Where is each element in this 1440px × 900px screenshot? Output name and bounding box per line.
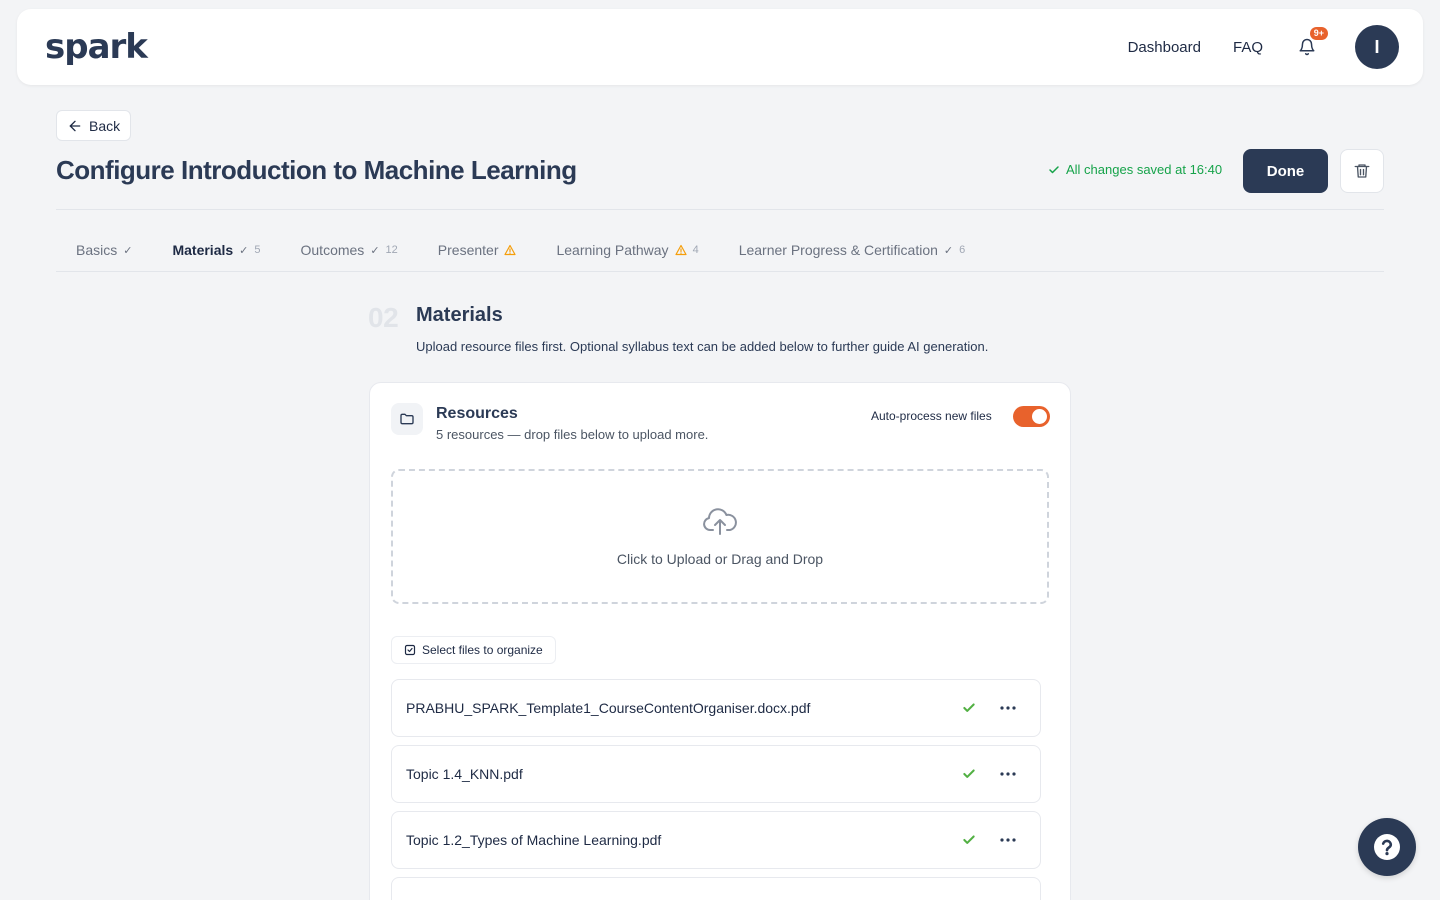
section-description: Upload resource files first. Optional sy… (416, 339, 989, 354)
success-check-icon (962, 766, 978, 782)
section-number: 02 (368, 302, 399, 333)
nav-dashboard-link[interactable]: Dashboard (1128, 39, 1201, 56)
delete-button[interactable] (1340, 149, 1384, 193)
success-check-icon (962, 700, 978, 716)
check-icon: ✓ (239, 244, 249, 257)
folder-icon-box (391, 403, 423, 435)
done-button[interactable]: Done (1243, 149, 1328, 193)
spark-logo[interactable]: spark (45, 27, 148, 67)
file-name: Topic 1.2_Types of Machine Learning.pdf (406, 832, 662, 848)
config-tabs: Basics ✓ Materials ✓ 5 Outcomes ✓ 12 Pre… (56, 230, 1384, 272)
select-files-button[interactable]: Select files to organize (391, 636, 556, 664)
tab-label: Outcomes (300, 242, 365, 258)
tab-learning-pathway[interactable]: Learning Pathway 4 (536, 230, 718, 270)
file-row[interactable]: Topic 1.4_KNN.pdf (391, 745, 1041, 803)
toggle-knob (1032, 409, 1047, 424)
resources-card: Resources 5 resources — drop files below… (369, 382, 1071, 900)
file-row[interactable]: PRABHU_SPARK_Template1_CourseContentOrga… (391, 679, 1041, 737)
auto-process-label: Auto-process new files (871, 409, 992, 423)
resources-subtitle: 5 resources — drop files below to upload… (436, 427, 709, 442)
resources-title: Resources (436, 405, 518, 422)
section-title: Materials (416, 304, 503, 326)
checkbox-icon (404, 644, 416, 656)
dropzone-text: Click to Upload or Drag and Drop (616, 550, 824, 567)
check-icon (1049, 165, 1059, 173)
file-dropzone[interactable]: Click to Upload or Drag and Drop (391, 469, 1049, 604)
tab-label: Learning Pathway (556, 242, 669, 258)
help-button[interactable] (1358, 818, 1416, 876)
tab-label: Learner Progress & Certification (738, 242, 938, 258)
header-divider (56, 209, 1384, 210)
user-avatar[interactable]: I (1355, 25, 1399, 69)
more-options-icon[interactable] (998, 830, 1018, 850)
tab-label: Basics (76, 242, 118, 258)
tab-count: 6 (959, 244, 966, 256)
file-name: Topic 1.4_KNN.pdf (406, 766, 523, 782)
file-row[interactable] (391, 877, 1041, 900)
select-files-label: Select files to organize (422, 643, 543, 657)
check-icon: ✓ (123, 244, 133, 257)
warning-icon (674, 244, 687, 256)
bell-icon (1299, 38, 1315, 56)
tab-count: 5 (254, 244, 261, 256)
tab-presenter[interactable]: Presenter (418, 230, 537, 270)
check-icon: ✓ (943, 244, 954, 257)
tab-materials[interactable]: Materials ✓ 5 (152, 230, 280, 270)
tab-label: Materials (172, 242, 234, 258)
tab-count: 12 (385, 244, 398, 256)
tab-outcomes[interactable]: Outcomes ✓ 12 (281, 230, 418, 270)
logo-text: spark (45, 27, 148, 67)
more-options-icon[interactable] (998, 764, 1018, 784)
nav-faq-link[interactable]: FAQ (1233, 39, 1263, 56)
folder-icon (400, 413, 414, 425)
header-nav: Dashboard FAQ 9+ I (1128, 25, 1399, 69)
file-name: PRABHU_SPARK_Template1_CourseContentOrga… (406, 700, 811, 716)
more-options-icon[interactable] (998, 698, 1018, 718)
notification-count-badge: 9+ (1309, 27, 1328, 40)
page-title: Configure Introduction to Machine Learni… (56, 155, 577, 185)
tab-learner-progress[interactable]: Learner Progress & Certification ✓ 6 (719, 230, 986, 270)
question-icon (1374, 834, 1400, 860)
file-row[interactable]: Topic 1.2_Types of Machine Learning.pdf (391, 811, 1041, 869)
save-status-text: All changes saved at 16:40 (1066, 162, 1223, 177)
back-button[interactable]: Back (56, 110, 132, 141)
save-status: All changes saved at 16:40 (1048, 162, 1222, 177)
check-icon: ✓ (370, 244, 380, 257)
trash-icon (1354, 164, 1370, 178)
auto-process-toggle[interactable] (1013, 406, 1050, 427)
top-navigation-bar: spark Dashboard FAQ 9+ I (17, 9, 1423, 85)
tab-label: Presenter (437, 242, 499, 258)
warning-icon (504, 244, 517, 256)
success-check-icon (962, 832, 978, 848)
arrow-left-icon (69, 120, 81, 131)
back-label: Back (89, 117, 121, 134)
notifications-button[interactable]: 9+ (1295, 27, 1328, 59)
tab-basics[interactable]: Basics ✓ (56, 230, 152, 270)
cloud-upload-icon (703, 507, 737, 535)
tab-count: 4 (692, 244, 699, 256)
